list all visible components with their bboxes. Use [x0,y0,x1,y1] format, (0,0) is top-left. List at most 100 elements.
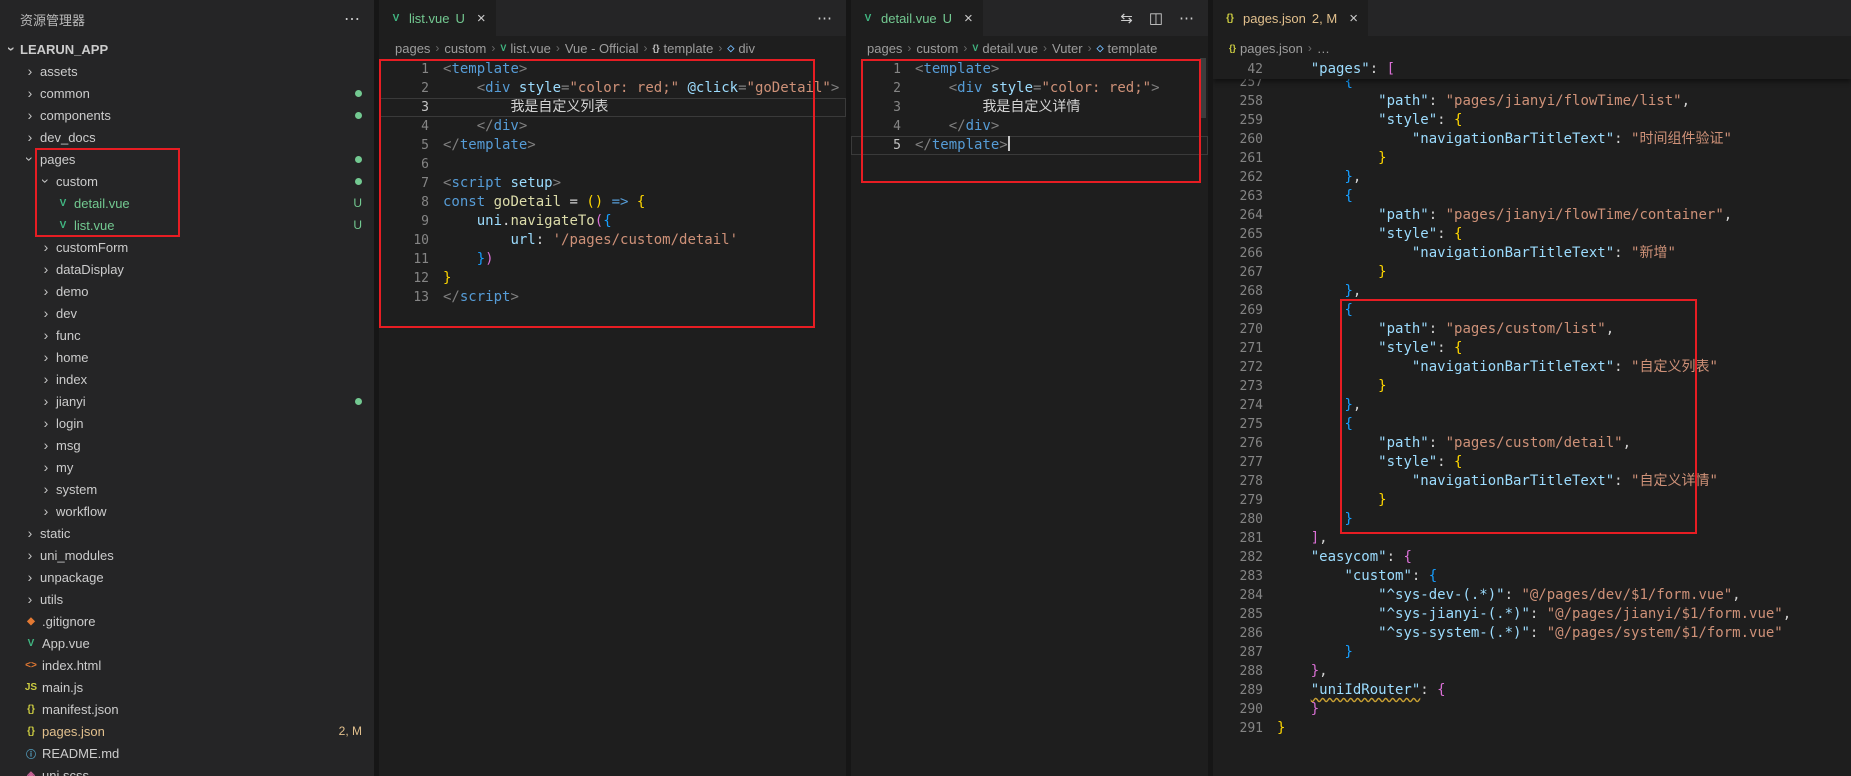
breadcrumb-item[interactable]: Vue - Official [565,41,639,56]
code-line-281[interactable]: 281 ], [1213,529,1851,548]
breadcrumb-item[interactable]: template [664,41,714,56]
code-line-11[interactable]: 11 }) [379,250,846,269]
code-line-291[interactable]: 291} [1213,719,1851,738]
code-line-289[interactable]: 289 "uniIdRouter": { [1213,681,1851,700]
more-icon[interactable]: ⋯ [1179,9,1194,27]
sticky-scroll-line-42[interactable]: 42 "pages": [ [1213,60,1851,79]
code-line-282[interactable]: 282 "easycom": { [1213,548,1851,567]
code-editor[interactable]: 42 "pages": [257 {258 "path": "pages/jia… [1213,60,1851,776]
code-line-277[interactable]: 277 "style": { [1213,453,1851,472]
more-actions-icon[interactable]: ⋯ [344,9,360,29]
code-line-9[interactable]: 9 uni.navigateTo({ [379,212,846,231]
tree-file-README.md[interactable]: ⓘREADME.md [0,742,374,764]
code-line-6[interactable]: 6 [379,155,846,174]
code-editor[interactable]: 1<template>2 <div style="color: red;" @c… [379,60,846,776]
tree-file-pages.json[interactable]: {}pages.json2, M [0,720,374,742]
code-line-264[interactable]: 264 "path": "pages/jianyi/flowTime/conta… [1213,206,1851,225]
code-line-4[interactable]: 4 </div> [379,117,846,136]
breadcrumb-item[interactable]: div [738,41,755,56]
code-line-288[interactable]: 288 }, [1213,662,1851,681]
code-line-12[interactable]: 12} [379,269,846,288]
breadcrumb-item[interactable]: pages.json [1240,41,1303,56]
tree-file-detail.vue[interactable]: Vdetail.vueU [0,192,374,214]
close-tab-icon[interactable]: × [964,11,973,26]
changes-icon[interactable]: ⇆ [1120,9,1133,27]
code-line-1[interactable]: 1<template> [379,60,846,79]
code-line-271[interactable]: 271 "style": { [1213,339,1851,358]
close-tab-icon[interactable]: × [477,11,486,26]
tree-folder-system[interactable]: ›system [0,478,374,500]
code-line-270[interactable]: 270 "path": "pages/custom/list", [1213,320,1851,339]
code-line-273[interactable]: 273 } [1213,377,1851,396]
breadcrumb-item[interactable]: pages [867,41,902,56]
breadcrumb-item[interactable]: template [1108,41,1158,56]
code-line-5[interactable]: 5</template> [379,136,846,155]
scrollbar-thumb[interactable] [1200,58,1206,118]
code-line-274[interactable]: 274 }, [1213,396,1851,415]
tree-file-.gitignore[interactable]: ◆.gitignore [0,610,374,632]
code-line-272[interactable]: 272 "navigationBarTitleText": "自定义列表" [1213,358,1851,377]
code-line-263[interactable]: 263 { [1213,187,1851,206]
code-line-258[interactable]: 258 "path": "pages/jianyi/flowTime/list"… [1213,92,1851,111]
code-line-262[interactable]: 262 }, [1213,168,1851,187]
code-line-10[interactable]: 10 url: '/pages/custom/detail' [379,231,846,250]
tree-folder-home[interactable]: ›home [0,346,374,368]
tree-folder-static[interactable]: ›static [0,522,374,544]
tree-folder-assets[interactable]: ›assets [0,60,374,82]
code-line-269[interactable]: 269 { [1213,301,1851,320]
code-line-2[interactable]: 2 <div style="color: red;" @click="goDet… [379,79,846,98]
tree-file-App.vue[interactable]: VApp.vue [0,632,374,654]
code-line-4[interactable]: 4 </div> [851,117,1208,136]
code-line-5[interactable]: 5</template> [851,136,1208,155]
more-icon[interactable]: ⋯ [817,9,832,27]
tree-folder-common[interactable]: ›common [0,82,374,104]
tree-file-index.html[interactable]: <>index.html [0,654,374,676]
code-line-13[interactable]: 13</script> [379,288,846,307]
code-line-275[interactable]: 275 { [1213,415,1851,434]
breadcrumb-item[interactable]: custom [444,41,486,56]
tree-file-list.vue[interactable]: Vlist.vueU [0,214,374,236]
tree-folder-index[interactable]: ›index [0,368,374,390]
breadcrumb-item[interactable]: detail.vue [982,41,1038,56]
code-line-3[interactable]: 3 我是自定义列表 [379,98,846,117]
breadcrumb-item[interactable]: list.vue [510,41,550,56]
tree-file-main.js[interactable]: JSmain.js [0,676,374,698]
split-icon[interactable]: ◫ [1149,9,1163,27]
code-line-266[interactable]: 266 "navigationBarTitleText": "新增" [1213,244,1851,263]
code-line-8[interactable]: 8const goDetail = () => { [379,193,846,212]
tree-folder-my[interactable]: ›my [0,456,374,478]
tab-list.vue[interactable]: Vlist.vueU× [379,0,497,36]
code-line-278[interactable]: 278 "navigationBarTitleText": "自定义详情" [1213,472,1851,491]
tree-folder-pages[interactable]: ›pages [0,148,374,170]
tree-folder-demo[interactable]: ›demo [0,280,374,302]
code-line-276[interactable]: 276 "path": "pages/custom/detail", [1213,434,1851,453]
close-tab-icon[interactable]: × [1349,11,1358,26]
code-line-285[interactable]: 285 "^sys-jianyi-(.*)": "@/pages/jianyi/… [1213,605,1851,624]
tree-folder-func[interactable]: ›func [0,324,374,346]
code-line-265[interactable]: 265 "style": { [1213,225,1851,244]
code-line-284[interactable]: 284 "^sys-dev-(.*)": "@/pages/dev/$1/for… [1213,586,1851,605]
tree-folder-dev_docs[interactable]: ›dev_docs [0,126,374,148]
tree-folder-jianyi[interactable]: ›jianyi [0,390,374,412]
tree-folder-workflow[interactable]: ›workflow [0,500,374,522]
code-line-286[interactable]: 286 "^sys-system-(.*)": "@/pages/system/… [1213,624,1851,643]
tree-folder-customForm[interactable]: ›customForm [0,236,374,258]
code-line-261[interactable]: 261 } [1213,149,1851,168]
code-line-2[interactable]: 2 <div style="color: red;"> [851,79,1208,98]
code-line-280[interactable]: 280 } [1213,510,1851,529]
tree-file-manifest.json[interactable]: {}manifest.json [0,698,374,720]
code-line-279[interactable]: 279 } [1213,491,1851,510]
tab-pages.json[interactable]: {}pages.json2, M× [1213,0,1369,36]
tree-folder-unpackage[interactable]: ›unpackage [0,566,374,588]
breadcrumb-item[interactable]: Vuter [1052,41,1083,56]
tree-folder-dataDisplay[interactable]: ›dataDisplay [0,258,374,280]
tree-folder-msg[interactable]: ›msg [0,434,374,456]
code-line-1[interactable]: 1<template> [851,60,1208,79]
tree-folder-uni_modules[interactable]: ›uni_modules [0,544,374,566]
breadcrumb-item[interactable]: … [1317,41,1330,56]
code-line-267[interactable]: 267 } [1213,263,1851,282]
breadcrumb-item[interactable]: custom [916,41,958,56]
code-line-268[interactable]: 268 }, [1213,282,1851,301]
tree-folder-custom[interactable]: ›custom [0,170,374,192]
tree-folder-components[interactable]: ›components [0,104,374,126]
